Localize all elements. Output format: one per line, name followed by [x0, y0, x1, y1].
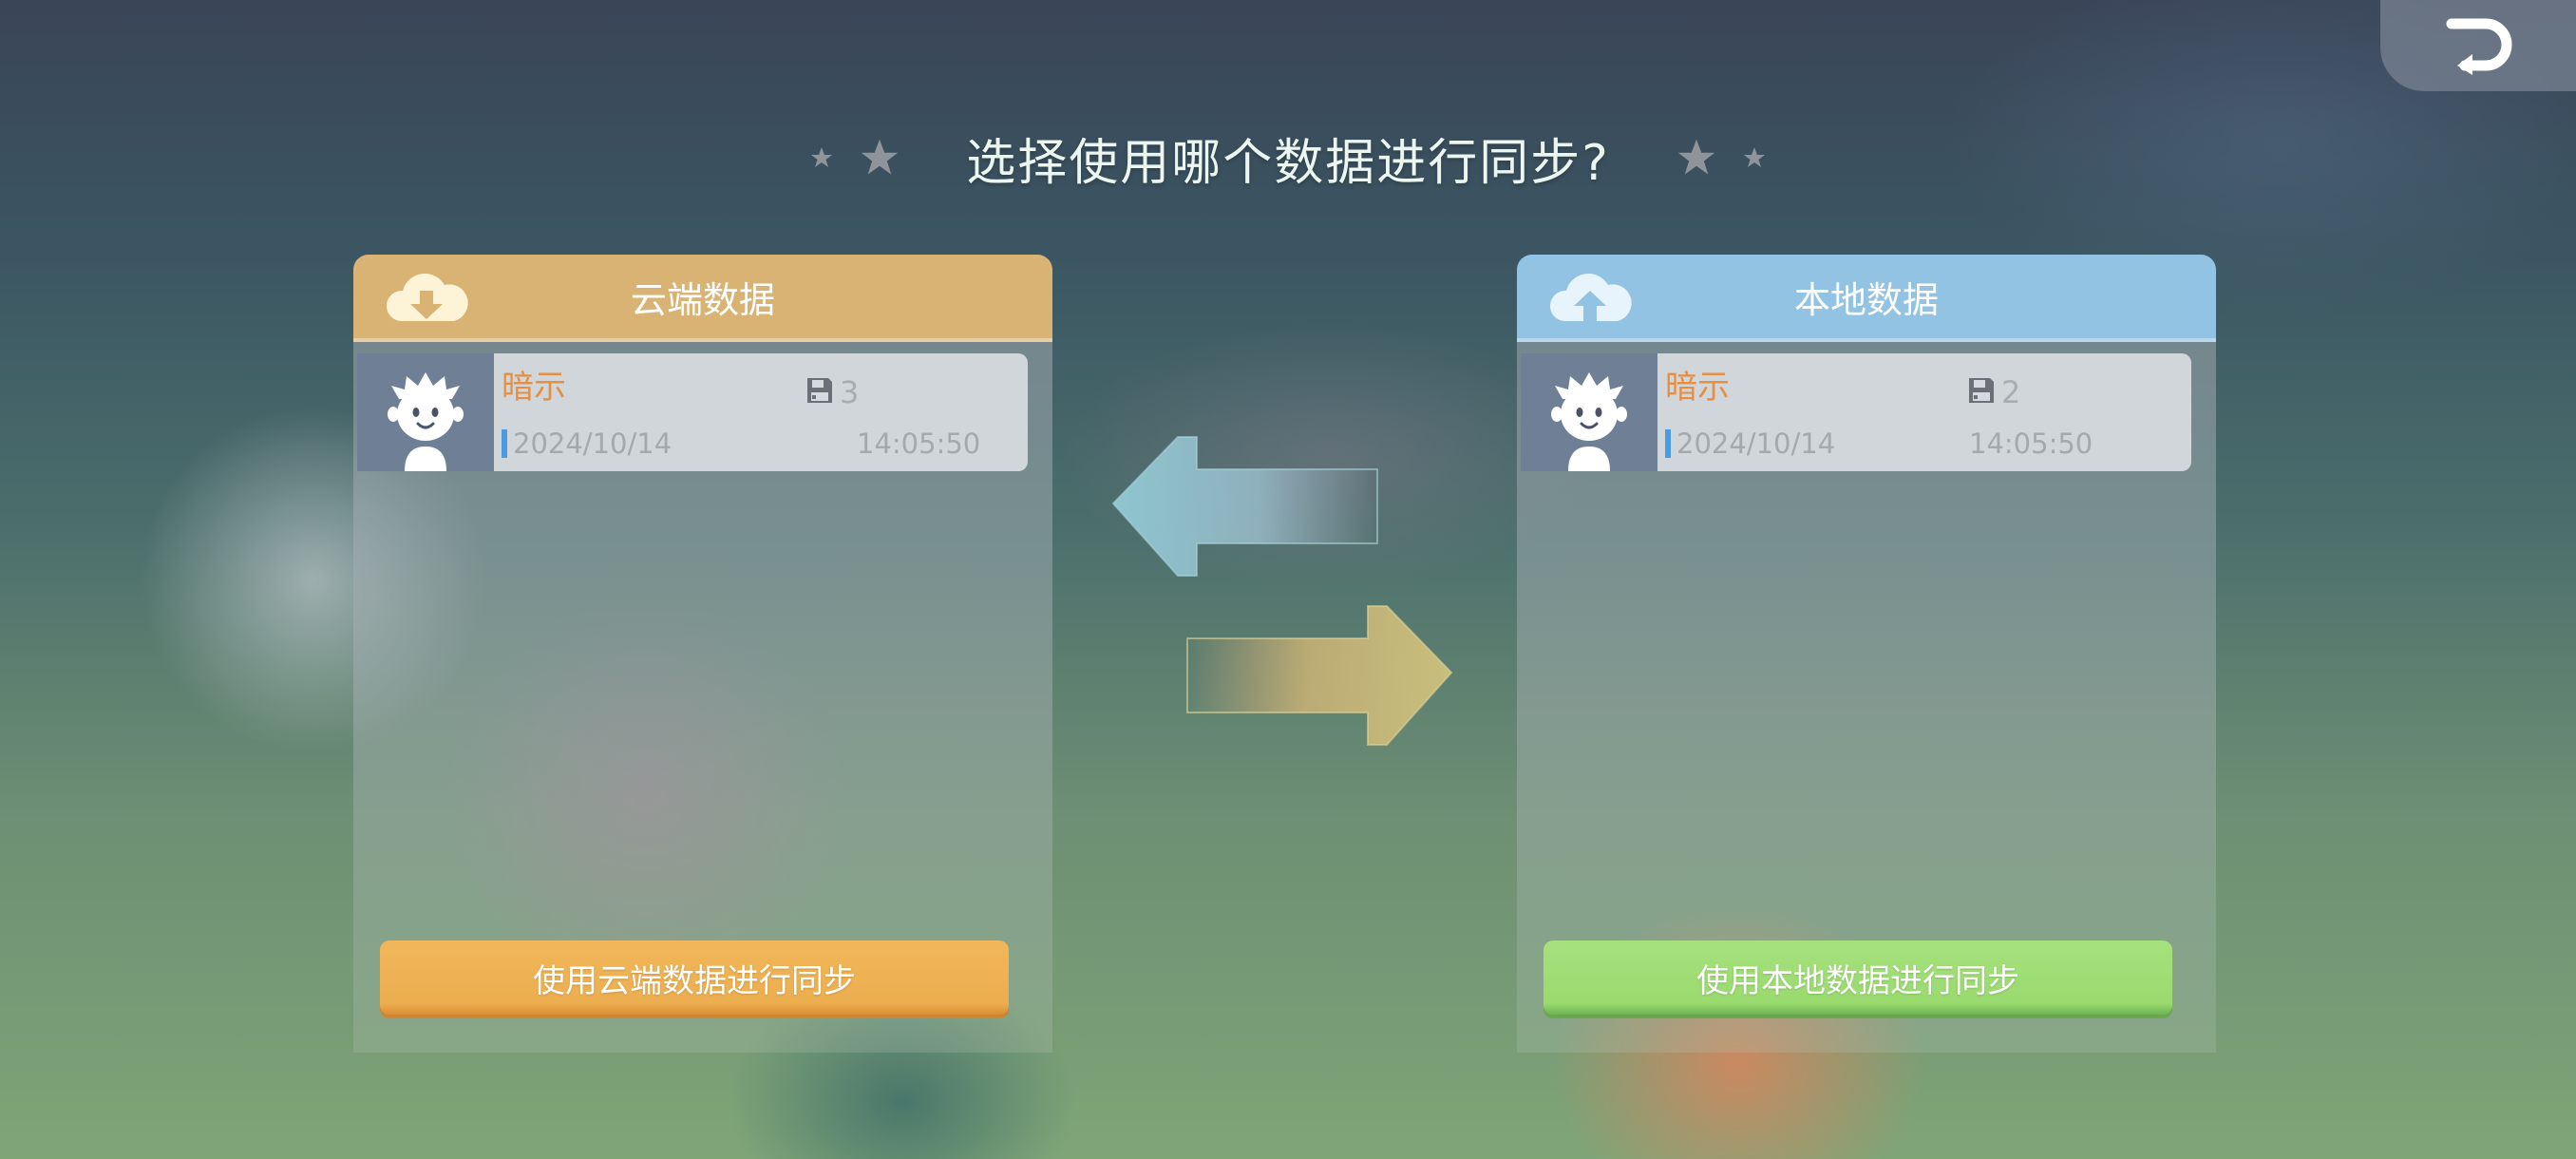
floppy-disk-icon: [1969, 378, 1994, 403]
use-cloud-data-button[interactable]: 使用云端数据进行同步: [380, 940, 1009, 1015]
avatar: [357, 353, 494, 471]
cloud-panel-title: 云端数据: [630, 278, 775, 321]
star-icon: [861, 139, 899, 175]
small-star-icon: [811, 147, 833, 167]
character-avatar-icon: [388, 372, 464, 471]
cloud-data-panel: 云端数据 暗示 3 2024/10/14 14:05:50 使用云端数据进行同步: [353, 255, 1052, 1053]
floppy-disk-icon: [807, 378, 832, 403]
star-icon: [1677, 139, 1715, 175]
title-stars-right: [1676, 138, 1766, 178]
arrow-left-icon: [1111, 436, 1378, 577]
character-avatar-icon: [1551, 372, 1627, 471]
save-time: 14:05:50: [1969, 428, 2093, 460]
local-panel-header: 本地数据: [1517, 255, 2216, 342]
save-time: 14:05:50: [857, 428, 981, 460]
date-marker: [502, 429, 507, 458]
cloud-save-slot[interactable]: 暗示 3 2024/10/14 14:05:50: [357, 353, 1028, 471]
save-date: 2024/10/14: [513, 428, 672, 460]
save-name: 暗示: [502, 369, 566, 407]
save-date: 2024/10/14: [1676, 428, 1836, 460]
use-local-data-button[interactable]: 使用本地数据进行同步: [1544, 940, 2172, 1015]
small-star-icon: [1743, 147, 1765, 167]
save-slot-number: 2: [2001, 374, 2021, 410]
save-name: 暗示: [1665, 369, 1730, 407]
sync-arrows: [1111, 436, 1453, 746]
cloud-panel-header: 云端数据: [353, 255, 1052, 342]
arrow-right-icon: [1186, 605, 1453, 746]
page-title: 选择使用哪个数据进行同步?: [966, 134, 1610, 192]
back-button[interactable]: [2380, 0, 2576, 91]
cloud-download-icon: [386, 274, 468, 321]
local-data-panel: 本地数据 暗示 2 2024/10/14 14:05:50 使用本地数据进行同步: [1517, 255, 2216, 1053]
avatar: [1521, 353, 1657, 471]
date-marker: [1665, 429, 1671, 458]
title-row: 选择使用哪个数据进行同步?: [0, 120, 2576, 196]
title-stars-left: [810, 138, 900, 178]
cloud-upload-icon: [1549, 274, 1632, 321]
local-panel-title: 本地数据: [1793, 278, 1939, 321]
save-slot-number: 3: [840, 374, 860, 410]
return-icon: [2446, 18, 2512, 75]
local-save-slot[interactable]: 暗示 2 2024/10/14 14:05:50: [1521, 353, 2191, 471]
